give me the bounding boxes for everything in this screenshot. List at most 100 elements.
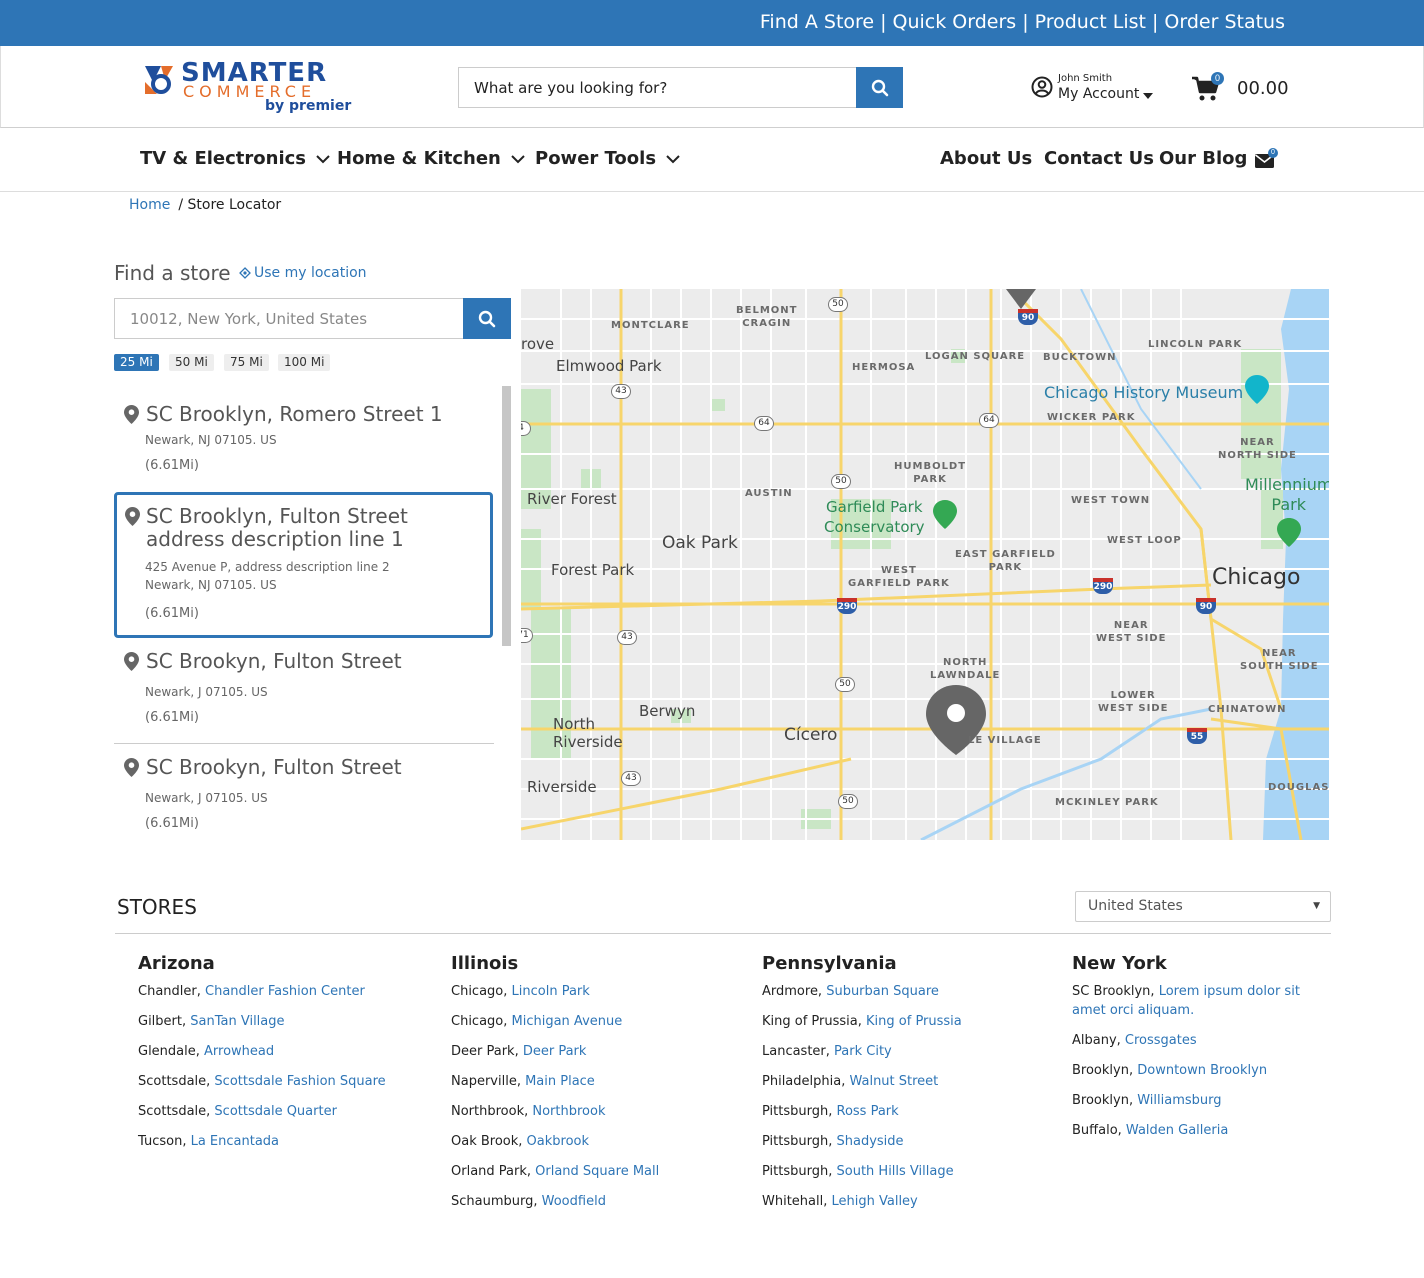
search-input[interactable] [459,68,857,107]
breadcrumb-home[interactable]: Home [129,197,170,213]
quick-orders-link[interactable]: Quick Orders [893,11,1017,33]
store-distance: (6.61Mi) [145,816,199,831]
store-directory-row: Philadelphia, Walnut Street [762,1074,939,1089]
nav-about-us[interactable]: About Us [940,148,1032,169]
store-link[interactable]: Main Place [525,1074,595,1089]
map-label: Oak Park [662,533,738,553]
order-status-link[interactable]: Order Status [1164,11,1285,33]
store-directory-row: Lancaster, Park City [762,1044,892,1059]
brand-logo[interactable]: SMARTER COMMERCE by premier [141,58,356,118]
nav-home-kitchen[interactable]: Home & Kitchen [337,148,525,169]
store-link[interactable]: Chandler Fashion Center [205,984,365,999]
store-link[interactable]: Oakbrook [527,1134,589,1149]
location-search-button[interactable] [463,298,511,339]
map-label: BELMONT CRAGIN [736,305,798,329]
map-label: MCKINLEY PARK [1055,797,1159,808]
store-link[interactable]: Deer Park [523,1044,587,1059]
store-link[interactable]: Park City [834,1044,892,1059]
store-link[interactable]: Woodfield [542,1194,606,1209]
store-link[interactable]: Ross Park [837,1104,899,1119]
nav-our-blog[interactable]: Our Blog [1159,148,1247,169]
store-link[interactable]: Scottsdale Fashion Square [214,1074,385,1089]
store-result-item[interactable]: SC Brookyn, Fulton Street Newark, J 0710… [114,756,494,836]
nav-tv-electronics[interactable]: TV & Electronics [140,148,330,169]
map-label: Millennium Park [1245,475,1329,514]
route-shield: 43 [621,771,641,786]
account-username: John Smith [1058,73,1113,84]
account-menu[interactable]: John Smith My Account [1031,71,1171,111]
interstate-shield: 90 [1018,309,1038,325]
state-heading: New York [1072,953,1167,974]
map-pin-icon [124,652,139,671]
location-search [114,298,511,339]
map-label: CHINATOWN [1208,704,1287,715]
product-list-link[interactable]: Product List [1035,11,1146,33]
store-map[interactable]: BELMONT CRAGIN MONTCLARE Elmwood Park rov… [521,289,1329,840]
map-label: Chicago [1212,565,1301,590]
state-column-pennsylvania: Pennsylvania Ardmore, Suburban Square Ki… [762,953,1062,1222]
radius-50-mi[interactable]: 50 Mi [169,354,214,371]
store-link[interactable]: Shadyside [837,1134,904,1149]
store-link[interactable]: Suburban Square [826,984,939,999]
store-list-scrollbar[interactable] [502,386,511,646]
store-link[interactable]: Northbrook [532,1104,605,1119]
store-link[interactable]: Williamsburg [1137,1093,1221,1108]
store-link[interactable]: Downtown Brooklyn [1137,1063,1267,1078]
map-label: Cícero [784,725,838,745]
store-link[interactable]: Lehigh Valley [832,1194,918,1209]
store-result-item[interactable]: SC Brooklyn, Romero Street 1 Newark, NJ … [114,403,494,483]
store-link[interactable]: La Encantada [191,1134,279,1149]
store-address: Newark, J 07105. US [145,685,268,699]
store-link[interactable]: King of Prussia [866,1014,962,1029]
store-link[interactable]: SanTan Village [190,1014,284,1029]
route-shield: 43 [617,630,637,645]
store-link[interactable]: Michigan Avenue [512,1014,623,1029]
map-label: NEAR NORTH SIDE [1218,437,1297,461]
radius-100-mi[interactable]: 100 Mi [278,354,331,371]
store-directory-row: Schaumburg, Woodfield [451,1194,606,1209]
store-directory-row: Buffalo, Walden Galleria [1072,1123,1229,1138]
store-directory-row: Scottsdale, Scottsdale Fashion Square [138,1074,386,1089]
map-pin-icon [124,405,139,424]
mail-button[interactable]: 0 [1255,148,1278,175]
radius-75-mi[interactable]: 75 Mi [224,354,269,371]
nav-contact-us[interactable]: Contact Us [1044,148,1154,169]
store-link[interactable]: Lincoln Park [512,984,590,999]
store-result-item-selected[interactable]: SC Brooklyn, Fulton Street address descr… [114,492,493,638]
map-label: North Riverside [553,715,623,751]
store-directory-row: Tucson, La Encantada [138,1134,280,1149]
use-my-location-link[interactable]: Use my location [239,265,367,281]
stores-directory-title: STORES [117,895,197,919]
store-directory-row: Scottsdale, Scottsdale Quarter [138,1104,337,1119]
chevron-down-icon [666,155,680,164]
cart[interactable]: 0 00.00 [1191,72,1301,108]
interstate-shield: 290 [1093,578,1113,594]
location-input[interactable] [115,299,463,338]
store-link[interactable]: South Hills Village [837,1164,954,1179]
country-select[interactable]: United States ▼ [1075,891,1331,922]
state-column-new-york: New York SC Brooklyn, Lorem ipsum dolor … [1072,953,1372,1151]
store-directory-row: Brooklyn, Williamsburg [1072,1093,1222,1108]
store-directory-row: Chicago, Michigan Avenue [451,1014,623,1029]
store-link[interactable]: Arrowhead [204,1044,274,1059]
store-link[interactable]: Walnut Street [849,1074,938,1089]
map-label: WEST GARFIELD PARK [848,565,950,589]
store-link[interactable]: Crossgates [1125,1033,1197,1048]
store-result-item[interactable]: SC Brookyn, Fulton Street Newark, J 0710… [114,650,494,740]
store-link[interactable]: Orland Square Mall [535,1164,659,1179]
search-button[interactable] [856,67,903,108]
caret-down-icon: ▼ [1313,901,1320,911]
radius-25-mi[interactable]: 25 Mi [114,354,159,371]
nav-power-tools[interactable]: Power Tools [535,148,680,169]
store-link[interactable]: Scottsdale Quarter [214,1104,337,1119]
find-a-store-link[interactable]: Find A Store [760,11,874,33]
route-shield: 64 [754,416,774,431]
interstate-shield: 290 [837,598,857,614]
map-label: Chicago History Museum [1044,383,1244,402]
store-link[interactable]: Walden Galleria [1126,1123,1228,1138]
utility-links: Find A Store | Quick Orders | Product List | O… [759,11,1285,33]
store-directory-row: Oak Brook, Oakbrook [451,1134,590,1149]
store-directory-row: SC Brooklyn, Lorem ipsum dolor sit amet … [1072,984,1300,1018]
store-name: SC Brooklyn, Fulton Street address descr… [146,504,408,551]
user-circle-icon [1031,76,1053,98]
